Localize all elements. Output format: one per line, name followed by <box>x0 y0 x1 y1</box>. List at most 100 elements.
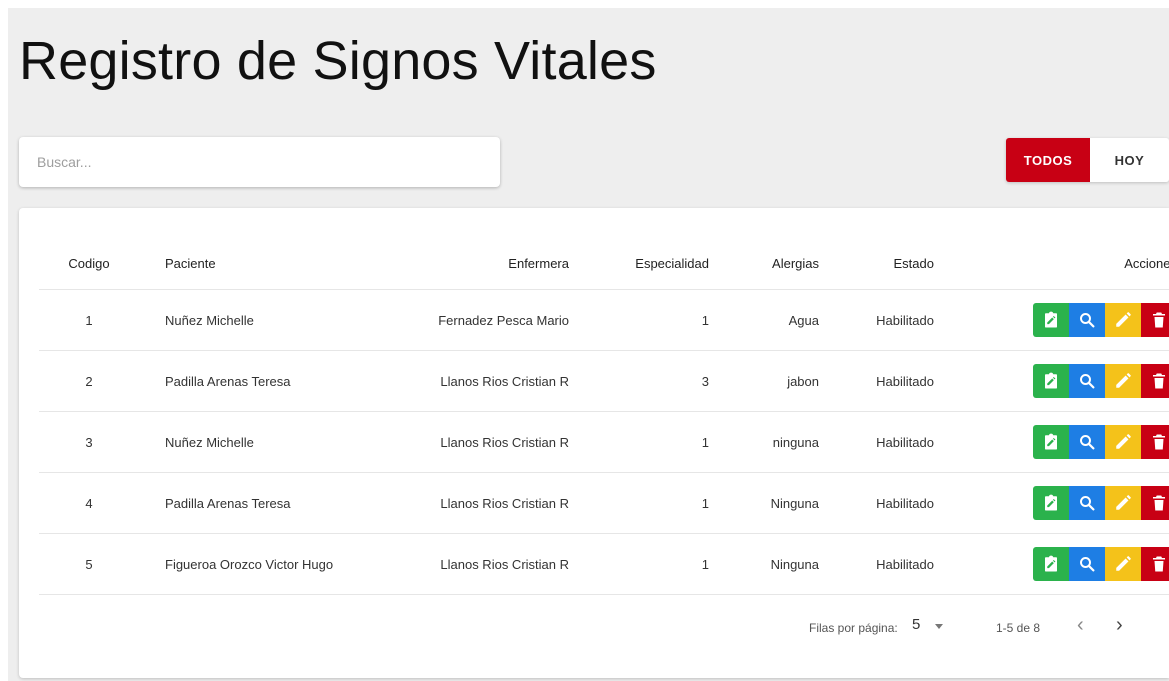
row-actions <box>1033 486 1169 520</box>
search-icon <box>1078 433 1096 451</box>
pencil-button[interactable] <box>1105 547 1141 581</box>
header-alergias[interactable]: Alergias <box>709 238 819 290</box>
search-button[interactable] <box>1069 425 1105 459</box>
cell-codigo: 4 <box>39 472 139 534</box>
pencil-button[interactable] <box>1105 425 1141 459</box>
clipboard-edit-icon <box>1042 372 1060 390</box>
row-actions <box>1033 364 1169 398</box>
search-button[interactable] <box>1069 303 1105 337</box>
cell-estado: Habilitado <box>819 472 934 534</box>
header-especialidad[interactable]: Especialidad <box>569 238 709 290</box>
cell-enfermera: Llanos Rios Cristian R <box>344 411 569 473</box>
chevron-right-icon[interactable]: › <box>1116 614 1123 637</box>
trash-icon <box>1150 372 1168 390</box>
search-button[interactable] <box>1069 364 1105 398</box>
table-header-row: Codigo Paciente Enfermera Especialidad A… <box>39 238 1169 290</box>
rows-per-page-label: Filas por página: <box>809 621 898 635</box>
cell-especialidad: 1 <box>569 533 709 595</box>
cell-especialidad: 1 <box>569 411 709 473</box>
todos-button[interactable]: TODOS <box>1006 138 1090 182</box>
cell-estado: Habilitado <box>819 411 934 473</box>
trash-button[interactable] <box>1141 425 1169 459</box>
pencil-icon <box>1114 311 1132 329</box>
pencil-icon <box>1114 555 1132 573</box>
table-row[interactable]: 2 Padilla Arenas Teresa Llanos Rios Cristi… <box>39 350 1169 412</box>
page-title: Registro de Signos Vitales <box>19 31 657 91</box>
table-row[interactable]: 4 Padilla Arenas Teresa Llanos Rios Cristi… <box>39 472 1169 534</box>
cell-alergias: Ninguna <box>709 533 819 595</box>
page-range: 1-5 de 8 <box>996 621 1041 635</box>
cell-enfermera: Llanos Rios Cristian R <box>344 350 569 412</box>
header-acciones: Acciones <box>1124 256 1169 271</box>
search-button[interactable] <box>1069 547 1105 581</box>
vitals-table: Codigo Paciente Enfermera Especialidad A… <box>39 238 1169 595</box>
cell-alergias: ninguna <box>709 411 819 473</box>
header-enfermera[interactable]: Enfermera <box>344 238 569 290</box>
clipboard-edit-button[interactable] <box>1033 486 1069 520</box>
cell-acciones <box>934 289 1169 351</box>
cell-codigo: 1 <box>39 289 139 351</box>
trash-icon <box>1150 311 1168 329</box>
trash-icon <box>1150 494 1168 512</box>
pagination: Filas por página: 5 1-5 de 8 ‹ › <box>19 612 1169 642</box>
search-icon <box>1078 311 1096 329</box>
cell-acciones <box>934 350 1169 412</box>
header-codigo[interactable]: Codigo <box>39 238 139 290</box>
hoy-button[interactable]: HOY <box>1090 138 1169 182</box>
header-estado[interactable]: Estado <box>819 238 934 290</box>
records-card: Codigo Paciente Enfermera Especialidad A… <box>19 208 1169 678</box>
table-row[interactable]: 5 Figueroa Orozco Victor Hugo Llanos Rios … <box>39 533 1169 595</box>
table-row[interactable]: 3 Nuñez Michelle Llanos Rios Cristian R 1 ni… <box>39 411 1169 473</box>
pencil-icon <box>1114 372 1132 390</box>
trash-button[interactable] <box>1141 364 1169 398</box>
chevron-left-icon[interactable]: ‹ <box>1077 614 1084 637</box>
clipboard-edit-icon <box>1042 311 1060 329</box>
caret-down-icon[interactable] <box>935 624 943 629</box>
cell-especialidad: 1 <box>569 289 709 351</box>
cell-especialidad: 3 <box>569 350 709 412</box>
search-input[interactable] <box>19 137 500 187</box>
pencil-button[interactable] <box>1105 364 1141 398</box>
cell-acciones <box>934 411 1169 473</box>
cell-estado: Habilitado <box>819 350 934 412</box>
cell-acciones <box>934 472 1169 534</box>
cell-codigo: 2 <box>39 350 139 412</box>
clipboard-edit-icon <box>1042 494 1060 512</box>
search-icon <box>1078 372 1096 390</box>
clipboard-edit-icon <box>1042 555 1060 573</box>
clipboard-edit-button[interactable] <box>1033 303 1069 337</box>
search-button[interactable] <box>1069 486 1105 520</box>
date-filter-toggle: TODOS HOY <box>1006 138 1169 182</box>
clipboard-edit-button[interactable] <box>1033 425 1069 459</box>
search-icon <box>1078 555 1096 573</box>
cell-codigo: 3 <box>39 411 139 473</box>
cell-paciente: Padilla Arenas Teresa <box>139 350 344 412</box>
cell-codigo: 5 <box>39 533 139 595</box>
clipboard-edit-button[interactable] <box>1033 547 1069 581</box>
pencil-button[interactable] <box>1105 486 1141 520</box>
search-icon <box>1078 494 1096 512</box>
cell-paciente: Figueroa Orozco Victor Hugo <box>139 533 344 595</box>
cell-paciente: Padilla Arenas Teresa <box>139 472 344 534</box>
table-row[interactable]: 1 Nuñez Michelle Fernadez Pesca Mario 1 Agua… <box>39 289 1169 351</box>
search-box[interactable] <box>19 137 500 187</box>
cell-acciones <box>934 533 1169 595</box>
trash-icon <box>1150 433 1168 451</box>
trash-button[interactable] <box>1141 486 1169 520</box>
cell-estado: Habilitado <box>819 533 934 595</box>
rows-per-page-select[interactable]: 5 <box>912 616 920 633</box>
trash-button[interactable] <box>1141 303 1169 337</box>
trash-button[interactable] <box>1141 547 1169 581</box>
cell-paciente: Nuñez Michelle <box>139 289 344 351</box>
cell-paciente: Nuñez Michelle <box>139 411 344 473</box>
pencil-button[interactable] <box>1105 303 1141 337</box>
trash-icon <box>1150 555 1168 573</box>
cell-enfermera: Fernadez Pesca Mario <box>344 289 569 351</box>
cell-alergias: jabon <box>709 350 819 412</box>
row-actions <box>1033 303 1169 337</box>
header-paciente[interactable]: Paciente <box>139 238 344 290</box>
clipboard-edit-button[interactable] <box>1033 364 1069 398</box>
cell-alergias: Agua <box>709 289 819 351</box>
cell-enfermera: Llanos Rios Cristian R <box>344 472 569 534</box>
row-actions <box>1033 547 1169 581</box>
